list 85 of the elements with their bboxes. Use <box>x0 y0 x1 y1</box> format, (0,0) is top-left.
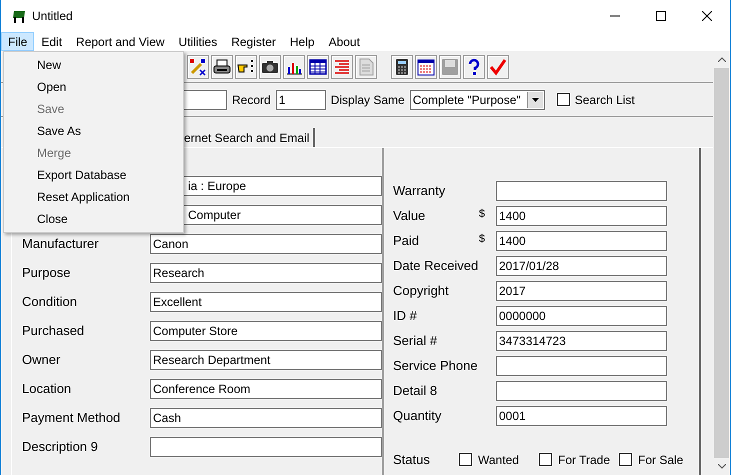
search-list-label: Search List <box>574 92 635 108</box>
scroll-up-icon <box>718 57 726 62</box>
field-label: Detail 8 <box>393 382 438 400</box>
field-label: Owner <box>22 352 60 368</box>
status-option-label: Wanted <box>478 452 519 469</box>
currency-sign: $ <box>478 207 485 222</box>
input-field[interactable]: 3473314723 <box>496 331 667 351</box>
input-field[interactable]: Computer Store <box>150 321 382 341</box>
input-field[interactable]: Canon <box>150 234 382 254</box>
toolbar-button[interactable] <box>259 54 281 78</box>
checkmark-icon <box>489 58 507 76</box>
input-field[interactable] <box>150 437 382 457</box>
hand-pointer-icon <box>237 58 255 76</box>
input-field[interactable]: Research Department <box>150 350 382 370</box>
input-field[interactable]: Cash <box>150 408 382 428</box>
calendar-icon <box>417 58 435 76</box>
field-label: Date Received <box>393 257 478 276</box>
currency-sign: $ <box>478 232 485 248</box>
field-label: Warranty <box>393 182 446 200</box>
table-icon <box>309 58 327 76</box>
field-label: Service Phone <box>393 357 478 376</box>
field-label: Serial # <box>393 332 438 350</box>
checkbox[interactable] <box>556 93 570 106</box>
menu-entry[interactable]: New <box>4 54 183 76</box>
checkbox[interactable] <box>459 453 472 466</box>
scroll-down-icon <box>718 464 726 469</box>
input-field[interactable] <box>496 356 667 376</box>
toolbar-button[interactable] <box>463 54 485 78</box>
checkbox[interactable] <box>619 453 632 466</box>
field-label: Purpose <box>22 265 70 280</box>
field-label: ID # <box>393 307 417 326</box>
wand-icon <box>189 58 207 76</box>
field-label: Description 9 <box>22 439 98 454</box>
toolbar-button[interactable] <box>283 54 305 78</box>
calculator-icon <box>393 58 411 76</box>
field-label: Quantity <box>393 407 442 426</box>
input-field[interactable]: Excellent <box>150 292 382 312</box>
menu-item[interactable]: File <box>1 32 34 51</box>
status-label: Status <box>393 451 431 469</box>
input-field[interactable]: 1400 <box>496 206 667 226</box>
toolbar-button[interactable] <box>187 54 209 78</box>
record-label: Record <box>232 92 271 108</box>
display-same-dropdown[interactable]: Complete "Purpose" <box>410 90 545 110</box>
field-label: Manufacturer <box>22 236 99 252</box>
status-option-label: For Trade <box>558 452 610 469</box>
menu-item[interactable]: Edit <box>34 32 70 51</box>
input-field[interactable]: 0000000 <box>496 306 667 326</box>
input-field[interactable]: 2017/01/28 <box>496 256 667 276</box>
menu-entry[interactable]: Open <box>4 76 183 98</box>
field-label: Paid <box>393 232 420 250</box>
input-field[interactable]: Research <box>150 263 382 283</box>
document-icon <box>357 58 375 76</box>
input-field[interactable] <box>496 181 667 201</box>
input-field[interactable] <box>496 381 667 401</box>
toolbar-button[interactable] <box>307 54 329 78</box>
printer-icon <box>213 58 231 76</box>
field-label: Condition <box>22 294 77 310</box>
toolbar-button[interactable] <box>415 54 437 78</box>
input-field[interactable]: 2017 <box>496 281 667 301</box>
caret-icon <box>532 98 539 102</box>
menu-item[interactable]: Register <box>224 32 283 51</box>
menu-item[interactable]: Help <box>282 32 322 51</box>
menu-item[interactable]: About <box>322 32 367 51</box>
record-field[interactable]: 1 <box>276 90 326 110</box>
list-icon <box>333 58 351 76</box>
status-option-label: For Sale <box>638 452 684 469</box>
input-field[interactable]: 1400 <box>496 231 667 251</box>
field-label: Payment Method <box>22 410 120 426</box>
toolbar-button[interactable] <box>211 54 233 78</box>
field-label: Location <box>22 381 72 396</box>
field-label: Copyright <box>393 282 449 300</box>
toolbar-button[interactable] <box>235 54 257 78</box>
toolbar-button[interactable] <box>391 54 413 78</box>
checkbox[interactable] <box>539 453 552 466</box>
menu-item[interactable]: Report and View <box>69 32 172 51</box>
menu-item[interactable]: Utilities <box>172 32 224 51</box>
display-same-label: Display Same <box>330 92 405 108</box>
field-label: Purchased <box>22 323 84 338</box>
maximize-icon <box>656 11 666 21</box>
input-field[interactable]: 0001 <box>496 406 667 426</box>
close-icon <box>702 11 712 21</box>
field-label: Value <box>393 207 426 226</box>
window-title: Untitled <box>32 8 73 25</box>
input-field[interactable]: Conference Room <box>150 379 382 399</box>
scroll-thumb[interactable] <box>714 68 729 458</box>
